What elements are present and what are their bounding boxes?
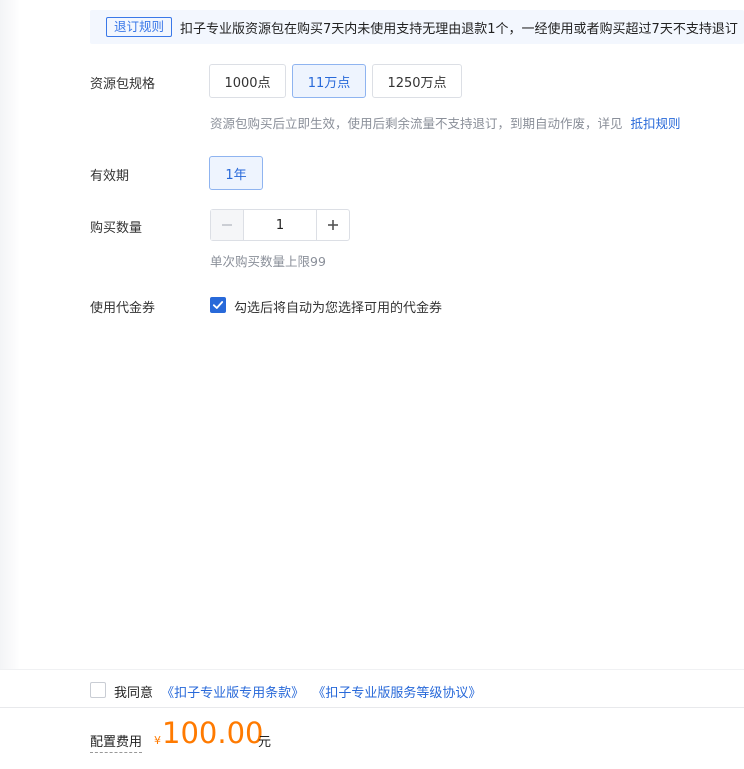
cost-amount: 100.00: [162, 716, 264, 750]
spec-option-1250w[interactable]: 1250万点: [372, 64, 462, 98]
agreement-text: 我同意 《扣子专业版专用条款》 《扣子专业版服务等级协议》: [114, 682, 481, 701]
cost-label: 配置费用: [90, 731, 143, 753]
voucher-label: 使用代金券: [90, 301, 156, 316]
currency-symbol: ¥: [154, 734, 161, 747]
voucher-text: 勾选后将自动为您选择可用的代金券: [234, 301, 443, 316]
increment-button[interactable]: [316, 210, 349, 240]
left-gutter: [0, 0, 20, 669]
footer-divider-top: [0, 669, 744, 670]
terms-link[interactable]: 《扣子专业版专用条款》: [161, 686, 304, 701]
spec-option-1000[interactable]: 1000点: [209, 64, 286, 98]
decrement-button[interactable]: [211, 210, 244, 240]
validity-option-1y[interactable]: 1年: [209, 156, 263, 190]
spec-hint-text: 资源包购买后立即生效，使用后剩余流量不支持退订，到期自动作废，详见: [210, 116, 623, 131]
voucher-checkbox[interactable]: [210, 297, 226, 313]
spec-hint: 资源包购买后立即生效，使用后剩余流量不支持退订，到期自动作废，详见 抵扣规则: [210, 113, 681, 132]
refund-notice-text: 扣子专业版资源包在购买7天内未使用支持无理由退款1个，一经使用或者购买超过7天不…: [180, 21, 738, 37]
check-icon: [212, 301, 224, 309]
deduction-rules-link[interactable]: 抵扣规则: [631, 116, 681, 131]
sla-link[interactable]: 《扣子专业版服务等级协议》: [312, 686, 481, 701]
validity-label: 有效期: [90, 169, 130, 184]
quantity-label: 购买数量: [90, 221, 143, 236]
quantity-hint: 单次购买数量上限99: [210, 254, 326, 269]
agreement-checkbox[interactable]: [90, 682, 106, 698]
agreement-prefix: 我同意: [114, 686, 154, 701]
refund-notice: 退订规则 扣子专业版资源包在购买7天内未使用支持无理由退款1个，一经使用或者购买…: [90, 10, 744, 44]
quantity-input[interactable]: 1: [244, 210, 316, 240]
quantity-stepper: 1: [210, 209, 350, 241]
spec-option-11w[interactable]: 11万点: [292, 64, 366, 98]
minus-icon: [222, 224, 232, 226]
plus-icon: [328, 220, 338, 230]
refund-rules-tag[interactable]: 退订规则: [106, 17, 173, 37]
footer-divider: [0, 707, 744, 708]
cost-unit: 元: [258, 735, 272, 750]
spec-label: 资源包规格: [90, 77, 156, 92]
